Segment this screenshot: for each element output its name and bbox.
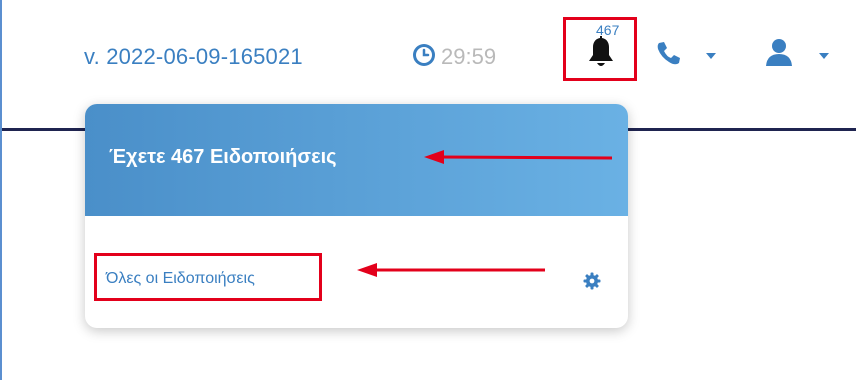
- annotation-arrow: [357, 263, 545, 277]
- session-timer: 29:59: [441, 44, 497, 69]
- chevron-down-icon[interactable]: [706, 53, 716, 59]
- annotation-arrow: [424, 150, 613, 164]
- all-notifications-highlight: Όλες οι Ειδοποιήσεις: [94, 253, 322, 301]
- chevron-down-icon[interactable]: [819, 53, 829, 59]
- notifications-count-title: Έχετε 467 Ειδοποιήσεις: [109, 146, 337, 168]
- user-icon[interactable]: [765, 37, 793, 67]
- notifications-button[interactable]: 467: [563, 17, 637, 81]
- notifications-dropdown: Έχετε 467 Ειδοποιήσεις Όλες οι Ειδοποιήσ…: [85, 104, 628, 328]
- clock-icon: [413, 44, 435, 66]
- phone-icon[interactable]: [655, 40, 681, 66]
- gear-icon[interactable]: [583, 272, 601, 290]
- bell-icon: [589, 36, 613, 66]
- version-label: v. 2022-06-09-165021: [84, 44, 303, 69]
- all-notifications-link[interactable]: Όλες οι Ειδοποιήσεις: [106, 270, 255, 288]
